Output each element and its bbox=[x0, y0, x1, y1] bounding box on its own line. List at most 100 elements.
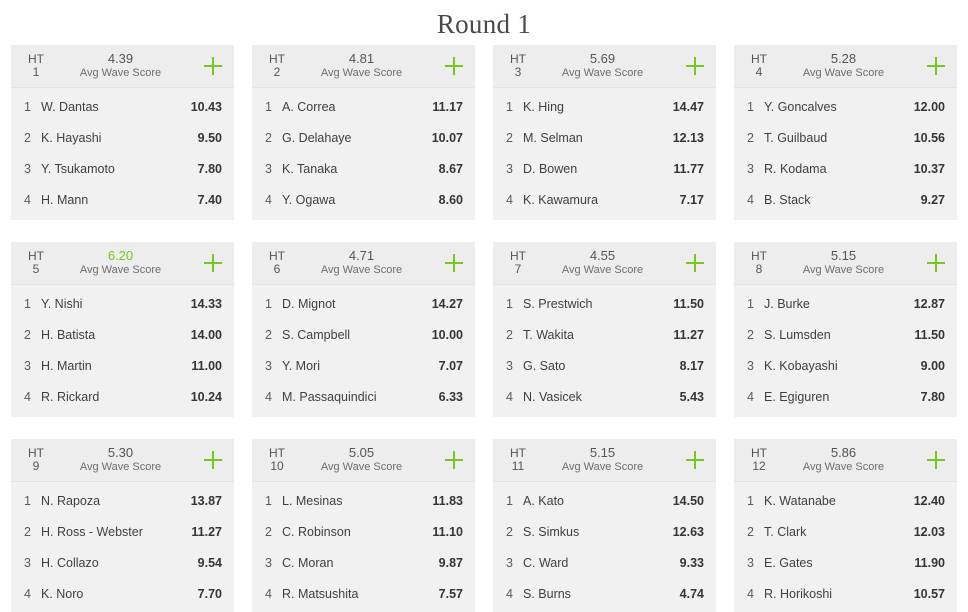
athlete-score: 6.33 bbox=[438, 389, 463, 404]
avg-wave-score-value: 5.69 bbox=[589, 51, 616, 66]
athlete-row[interactable]: 2 G. Delahaye 10.07 bbox=[252, 122, 475, 153]
athlete-row[interactable]: 3 H. Collazo 9.54 bbox=[11, 547, 234, 578]
athlete-score: 14.50 bbox=[672, 493, 704, 508]
athlete-score: 12.13 bbox=[672, 130, 704, 145]
athlete-name: R. Rickard bbox=[41, 389, 100, 404]
athlete-row[interactable]: 4 M. Passaquindici 6.33 bbox=[252, 381, 475, 412]
athlete-row[interactable]: 2 S. Lumsden 11.50 bbox=[734, 319, 957, 350]
athlete-score: 11.50 bbox=[914, 327, 945, 342]
heat-header[interactable]: HT 11 5.15 Avg Wave Score bbox=[493, 439, 716, 482]
plus-icon[interactable] bbox=[202, 449, 224, 471]
athlete-row[interactable]: 3 H. Martin 11.00 bbox=[11, 350, 234, 381]
athlete-row[interactable]: 4 K. Noro 7.70 bbox=[11, 578, 234, 609]
athlete-row[interactable]: 2 H. Ross - Webster 11.27 bbox=[11, 516, 234, 547]
athlete-row[interactable]: 3 E. Gates 11.90 bbox=[734, 547, 957, 578]
athlete-rank: 3 bbox=[506, 161, 513, 176]
athlete-row[interactable]: 3 R. Kodama 10.37 bbox=[734, 153, 957, 184]
heat-header[interactable]: HT 4 5.28 Avg Wave Score bbox=[734, 45, 957, 88]
heat-header[interactable]: HT 10 5.05 Avg Wave Score bbox=[252, 439, 475, 482]
athlete-rank: 1 bbox=[265, 99, 272, 114]
athlete-row[interactable]: 2 T. Clark 12.03 bbox=[734, 516, 957, 547]
athlete-row[interactable]: 4 R. Matsushita 7.57 bbox=[252, 578, 475, 609]
athlete-row[interactable]: 4 R. Horikoshi 10.57 bbox=[734, 578, 957, 609]
athlete-row[interactable]: 1 A. Kato 14.50 bbox=[493, 485, 716, 516]
athlete-row[interactable]: 1 N. Rapoza 13.87 bbox=[11, 485, 234, 516]
athlete-row[interactable]: 3 D. Bowen 11.77 bbox=[493, 153, 716, 184]
athlete-name: R. Matsushita bbox=[282, 586, 359, 601]
plus-icon[interactable] bbox=[925, 55, 947, 77]
athlete-row[interactable]: 3 K. Tanaka 8.67 bbox=[252, 153, 475, 184]
athlete-row[interactable]: 2 M. Selman 12.13 bbox=[493, 122, 716, 153]
athlete-row[interactable]: 2 C. Robinson 11.10 bbox=[252, 516, 475, 547]
heat-card: HT 9 5.30 Avg Wave Score 1 N. Rapoza 13.87 2 H. … bbox=[11, 439, 234, 612]
plus-icon[interactable] bbox=[202, 55, 224, 77]
plus-icon[interactable] bbox=[684, 252, 706, 274]
plus-icon[interactable] bbox=[443, 55, 465, 77]
plus-icon[interactable] bbox=[684, 55, 706, 77]
athlete-list: 1 D. Mignot 14.27 2 S. Campbell 10.00 3 Y. Mori… bbox=[252, 285, 475, 417]
athlete-row[interactable]: 3 Y. Tsukamoto 7.80 bbox=[11, 153, 234, 184]
athlete-row[interactable]: 2 T. Guilbaud 10.56 bbox=[734, 122, 957, 153]
athlete-row[interactable]: 3 C. Moran 9.87 bbox=[252, 547, 475, 578]
avg-wave-score-value: 5.05 bbox=[348, 445, 375, 460]
athlete-score: 14.33 bbox=[190, 296, 222, 311]
athlete-rank: 3 bbox=[265, 358, 272, 373]
athlete-row[interactable]: 1 A. Correa 11.17 bbox=[252, 91, 475, 122]
heat-header[interactable]: HT 9 5.30 Avg Wave Score bbox=[11, 439, 234, 482]
heat-card: HT 2 4.81 Avg Wave Score 1 A. Correa 11.17 2 G. … bbox=[252, 45, 475, 220]
heat-header[interactable]: HT 8 5.15 Avg Wave Score bbox=[734, 242, 957, 285]
athlete-row[interactable]: 2 S. Campbell 10.00 bbox=[252, 319, 475, 350]
heat-header[interactable]: HT 3 5.69 Avg Wave Score bbox=[493, 45, 716, 88]
athlete-row[interactable]: 1 W. Dantas 10.43 bbox=[11, 91, 234, 122]
plus-icon[interactable] bbox=[925, 449, 947, 471]
athlete-row[interactable]: 1 Y. Goncalves 12.00 bbox=[734, 91, 957, 122]
athlete-name: H. Ross - Webster bbox=[41, 524, 143, 539]
athlete-row[interactable]: 1 K. Watanabe 12.40 bbox=[734, 485, 957, 516]
heat-header[interactable]: HT 12 5.86 Avg Wave Score bbox=[734, 439, 957, 482]
heat-header[interactable]: HT 5 6.20 Avg Wave Score bbox=[11, 242, 234, 285]
heat-label: HT 6 bbox=[264, 250, 290, 276]
athlete-row[interactable]: 1 S. Prestwich 11.50 bbox=[493, 288, 716, 319]
plus-icon[interactable] bbox=[202, 252, 224, 274]
athlete-row[interactable]: 1 L. Mesinas 11.83 bbox=[252, 485, 475, 516]
athlete-row[interactable]: 2 S. Simkus 12.63 bbox=[493, 516, 716, 547]
athlete-row[interactable]: 3 C. Ward 9.33 bbox=[493, 547, 716, 578]
athlete-row[interactable]: 2 T. Wakita 11.27 bbox=[493, 319, 716, 350]
plus-icon[interactable] bbox=[684, 449, 706, 471]
athlete-rank: 4 bbox=[265, 192, 272, 207]
athlete-row[interactable]: 3 Y. Mori 7.07 bbox=[252, 350, 475, 381]
athlete-row[interactable]: 2 K. Hayashi 9.50 bbox=[11, 122, 234, 153]
athlete-row[interactable]: 1 J. Burke 12.87 bbox=[734, 288, 957, 319]
athlete-list: 1 Y. Nishi 14.33 2 H. Batista 14.00 3 H. Martin… bbox=[11, 285, 234, 417]
athlete-row[interactable]: 4 B. Stack 9.27 bbox=[734, 184, 957, 215]
plus-icon[interactable] bbox=[925, 252, 947, 274]
athlete-rank: 4 bbox=[747, 389, 754, 404]
athlete-name: D. Mignot bbox=[282, 296, 336, 311]
athlete-row[interactable]: 1 Y. Nishi 14.33 bbox=[11, 288, 234, 319]
athlete-list: 1 K. Watanabe 12.40 2 T. Clark 12.03 3 E. Gates… bbox=[734, 482, 957, 612]
athlete-row[interactable]: 4 R. Rickard 10.24 bbox=[11, 381, 234, 412]
heat-header[interactable]: HT 7 4.55 Avg Wave Score bbox=[493, 242, 716, 285]
heat-header[interactable]: HT 6 4.71 Avg Wave Score bbox=[252, 242, 475, 285]
athlete-rank: 4 bbox=[265, 389, 272, 404]
athlete-row[interactable]: 4 H. Mann 7.40 bbox=[11, 184, 234, 215]
athlete-row[interactable]: 4 K. Kawamura 7.17 bbox=[493, 184, 716, 215]
athlete-row[interactable]: 4 S. Burns 4.74 bbox=[493, 578, 716, 609]
avg-wave-score-block: 4.39 Avg Wave Score bbox=[49, 52, 202, 80]
plus-icon[interactable] bbox=[443, 252, 465, 274]
avg-wave-score-block: 5.05 Avg Wave Score bbox=[290, 446, 443, 474]
heat-header[interactable]: HT 2 4.81 Avg Wave Score bbox=[252, 45, 475, 88]
athlete-row[interactable]: 3 G. Sato 8.17 bbox=[493, 350, 716, 381]
athlete-row[interactable]: 4 N. Vasicek 5.43 bbox=[493, 381, 716, 412]
athlete-rank: 4 bbox=[265, 586, 272, 601]
athlete-row[interactable]: 3 K. Kobayashi 9.00 bbox=[734, 350, 957, 381]
heat-header[interactable]: HT 1 4.39 Avg Wave Score bbox=[11, 45, 234, 88]
athlete-row[interactable]: 4 E. Egiguren 7.80 bbox=[734, 381, 957, 412]
athlete-row[interactable]: 2 H. Batista 14.00 bbox=[11, 319, 234, 350]
plus-icon[interactable] bbox=[443, 449, 465, 471]
athlete-row[interactable]: 1 D. Mignot 14.27 bbox=[252, 288, 475, 319]
heat-label: HT 8 bbox=[746, 250, 772, 276]
heat-card: HT 1 4.39 Avg Wave Score 1 W. Dantas 10.43 2 K. … bbox=[11, 45, 234, 220]
athlete-row[interactable]: 4 Y. Ogawa 8.60 bbox=[252, 184, 475, 215]
athlete-row[interactable]: 1 K. Hing 14.47 bbox=[493, 91, 716, 122]
